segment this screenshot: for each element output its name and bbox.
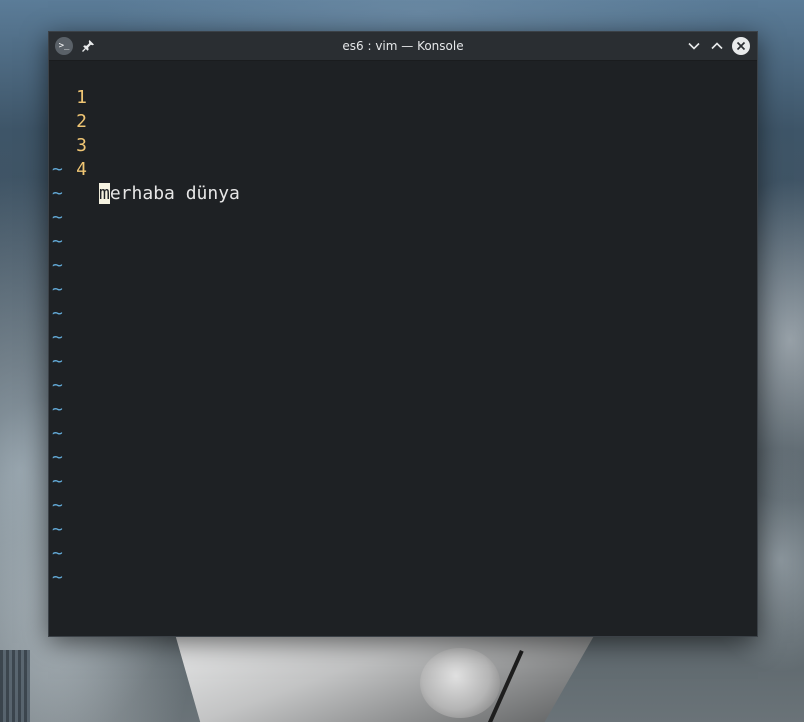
- tilde-glyph: ~: [52, 255, 63, 276]
- vim-line: 1: [49, 62, 114, 108]
- vim-line: 4 merhaba dünya: [49, 134, 240, 204]
- wallpaper-station-dish: [420, 648, 500, 718]
- tilde-glyph: ~: [52, 567, 63, 588]
- tilde-glyph: ~: [52, 279, 63, 300]
- tilde-glyph: ~: [52, 231, 63, 252]
- tilde-glyph: ~: [52, 471, 63, 492]
- vim-editor[interactable]: 1 2 3 4 merhaba dünya ~ ~ ~ ~ ~ ~ ~ ~ ~ ~ ~ ~ ~ ~ ~ ~ ~ ~: [49, 61, 757, 636]
- tilde-glyph: ~: [52, 207, 63, 228]
- tilde-glyph: ~: [52, 543, 63, 564]
- minimize-button[interactable]: [686, 38, 702, 54]
- text-cursor: m: [99, 183, 110, 204]
- tilde-glyph: ~: [52, 495, 63, 516]
- tilde-glyph: ~: [52, 351, 63, 372]
- vim-line: 3: [49, 110, 114, 156]
- vim-line: 2: [49, 86, 114, 132]
- maximize-button[interactable]: [709, 38, 725, 54]
- window-titlebar[interactable]: >_ es6 : vim — Konsole: [49, 32, 757, 61]
- tilde-glyph: ~: [52, 159, 63, 180]
- tilde-glyph: ~: [52, 183, 63, 204]
- tilde-glyph: ~: [52, 423, 63, 444]
- tilde-glyph: ~: [52, 327, 63, 348]
- wallpaper-solar-panel: [0, 650, 30, 722]
- tilde-glyph: ~: [52, 375, 63, 396]
- konsole-window: >_ es6 : vim — Konsole 1 2 3 4 merhaba d…: [48, 31, 758, 637]
- tilde-glyph: ~: [52, 447, 63, 468]
- wallpaper-space-station: [175, 634, 595, 722]
- tilde-glyph: ~: [52, 519, 63, 540]
- window-title: es6 : vim — Konsole: [342, 39, 464, 53]
- line-text-rest: erhaba dünya: [109, 183, 240, 204]
- close-button[interactable]: [732, 37, 750, 55]
- line-text: merhaba dünya: [99, 182, 240, 206]
- tilde-glyph: ~: [52, 399, 63, 420]
- tilde-glyph: ~: [52, 303, 63, 324]
